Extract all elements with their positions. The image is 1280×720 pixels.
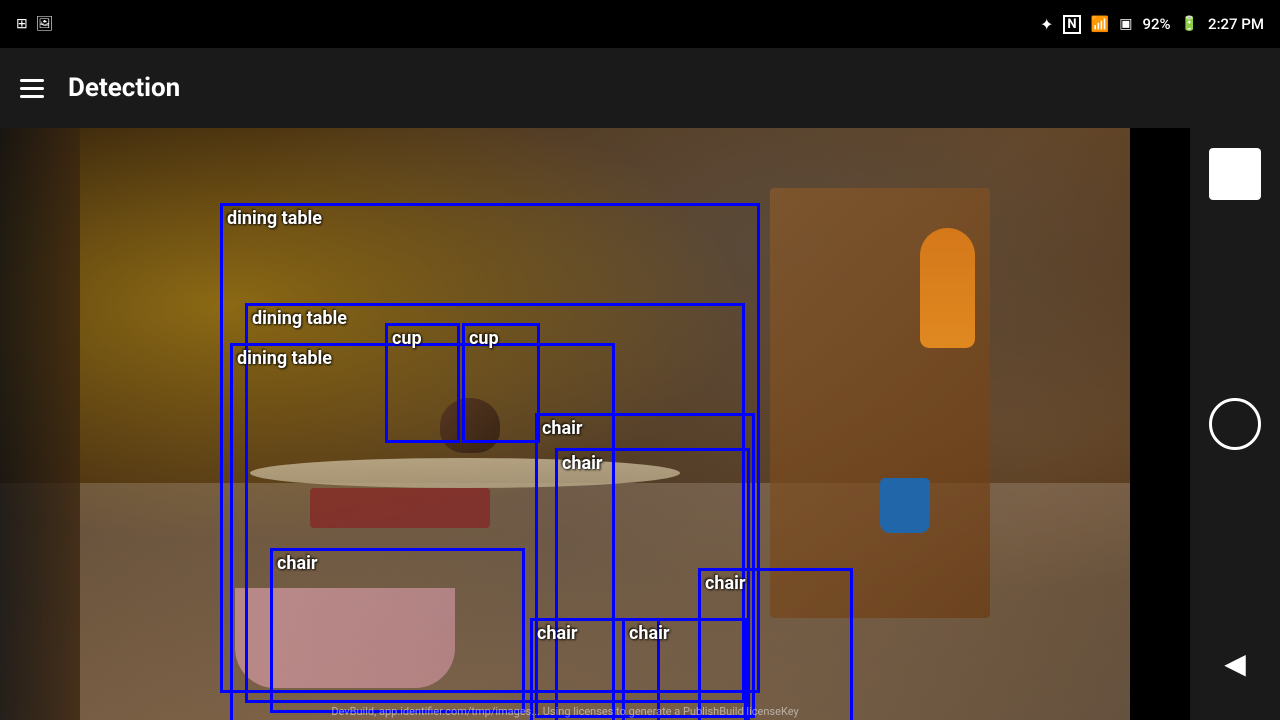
detection-label-chair-5: chair [629, 623, 669, 644]
detection-label-chair-6: chair [705, 573, 745, 594]
detection-label-chair-4: chair [537, 623, 577, 644]
hamburger-menu-button[interactable] [20, 79, 44, 98]
orange-container [920, 228, 975, 348]
sim-icon: ▣ [1119, 16, 1132, 32]
right-panel: ◀ [1190, 128, 1280, 720]
battery-icon: 🔋 [1181, 16, 1198, 32]
detection-label-dining-table-3: dining table [237, 348, 332, 369]
main-content: dining table dining table dining table c… [0, 128, 1190, 720]
wifi-icon: 📶 [1091, 15, 1110, 33]
watermark: DevBuild, app.identifier.com/tmp/images.… [0, 705, 1130, 718]
detection-label-chair-1: chair [542, 418, 582, 439]
bluetooth-icon: ✦ [1040, 15, 1053, 34]
left-shadow [0, 128, 80, 720]
app-icon-1: ⊞ [16, 16, 28, 32]
status-icons: ✦ N 📶 ▣ 92% 🔋 2:27 PM [1040, 15, 1264, 34]
status-bar: ⊞ 🖼 ✦ N 📶 ▣ 92% 🔋 2:27 PM [0, 0, 1280, 48]
battery-percentage: 92% [1143, 15, 1171, 33]
blue-bucket [880, 478, 930, 533]
detection-label-chair-2: chair [562, 453, 602, 474]
status-bar-left: ⊞ 🖼 [16, 16, 54, 32]
page-title: Detection [68, 73, 180, 103]
detection-label-chair-3: chair [277, 553, 317, 574]
nfc-icon: N [1063, 15, 1080, 34]
detection-box-chair-3: chair [270, 548, 525, 713]
time-display: 2:27 PM [1208, 15, 1264, 33]
record-button[interactable] [1209, 398, 1261, 450]
detection-box-cup-2: cup [462, 323, 540, 443]
detection-box-cup-1: cup [385, 323, 460, 443]
camera-view: dining table dining table dining table c… [0, 128, 1130, 720]
detection-label-cup-2: cup [469, 328, 499, 349]
back-button[interactable]: ◀ [1224, 647, 1246, 680]
detection-box-chair-6: chair [698, 568, 853, 720]
app-bar: Detection [0, 48, 1280, 128]
app-icon-2: 🖼 [36, 16, 54, 32]
stop-button[interactable] [1209, 148, 1261, 200]
detection-label-cup-1: cup [392, 328, 422, 349]
detection-label-dining-table-1: dining table [227, 208, 322, 229]
detection-label-dining-table-2: dining table [252, 308, 347, 329]
